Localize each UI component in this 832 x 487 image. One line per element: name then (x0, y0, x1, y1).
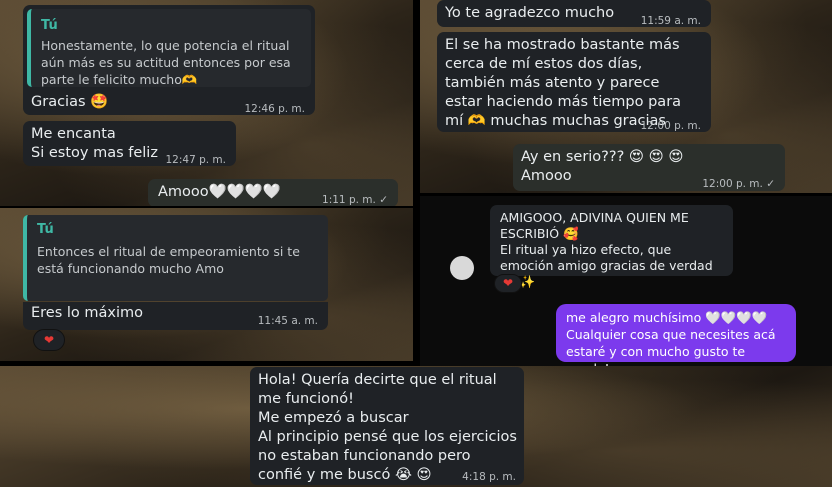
quote-text: Honestamente, lo que potencia el ritual … (41, 38, 291, 87)
message-text: Me encanta Si estoy mas feliz (31, 126, 158, 161)
avatar[interactable] (450, 256, 474, 280)
quote-text: Entonces el ritual de empeoramiento si t… (37, 244, 300, 276)
reaction-badge[interactable]: ❤ (33, 329, 65, 351)
message-time: 12:47 p. m. (165, 154, 226, 166)
message-time: 11:59 a. m. (640, 15, 701, 27)
message-bubble-outgoing[interactable]: Amooo🤍🤍🤍🤍 1:11 p. m. ✓ (148, 179, 398, 206)
message-time: 12:00 p. m. (640, 120, 701, 132)
chat-screenshot-2: Yo te agradezco mucho 11:59 a. m. El se … (420, 0, 832, 193)
quote-sender: Tú (37, 222, 54, 237)
message-bubble-outgoing[interactable]: Ay en serio??? 😍 😍 😍 Amooo 12:00 p. m. ✓ (513, 144, 785, 191)
chat-screenshot-1: Tú Honestamente, lo que potencia el ritu… (0, 0, 413, 206)
message-text: Yo te agradezco mucho (445, 5, 615, 21)
quoted-message[interactable]: Tú Honestamente, lo que potencia el ritu… (27, 9, 311, 87)
message-bubble[interactable]: Hola! Quería decirte que el ritual me fu… (250, 367, 524, 485)
message-time: 12:46 p. m. (244, 103, 305, 115)
message-bubble[interactable]: Me encanta Si estoy mas feliz 12:47 p. m… (23, 121, 236, 166)
message-time: 11:45 a. m. (257, 315, 318, 327)
message-time: 1:11 p. m. ✓ (322, 194, 388, 206)
message-text: me alegro muchísimo 🤍🤍🤍🤍 Cualquier cosa … (566, 310, 776, 366)
message-bubble[interactable]: El se ha mostrado bastante más cerca de … (437, 32, 711, 132)
quoted-message[interactable]: Tú Entonces el ritual de empeoramiento s… (23, 215, 328, 301)
heart-icon: ❤ (43, 333, 55, 347)
message-text: AMIGOOO, ADIVINA QUIEN ME ESCRIBIÓ 🥰 El … (500, 210, 713, 289)
message-bubble-reply[interactable]: Tú Honestamente, lo que potencia el ritu… (23, 5, 315, 115)
reaction-badge[interactable]: ❤ (494, 274, 522, 293)
message-text: Ay en serio??? 😍 😍 😍 Amooo (521, 149, 684, 184)
message-bubble-outgoing[interactable]: me alegro muchísimo 🤍🤍🤍🤍 Cualquier cosa … (556, 304, 796, 366)
message-text: Eres lo máximo (31, 305, 144, 321)
message-text: Gracias 🤩 (31, 94, 109, 110)
chat-screenshot-3: Tú Entonces el ritual de empeoramiento s… (0, 208, 413, 361)
message-bubble[interactable]: Yo te agradezco mucho 11:59 a. m. (437, 0, 711, 27)
message-time: 12:00 p. m. ✓ (702, 178, 775, 190)
message-text: Amooo🤍🤍🤍🤍 (158, 184, 281, 200)
message-time: 4:18 p. m. (462, 471, 516, 483)
quote-sender: Tú (41, 18, 58, 33)
chat-screenshot-4: AMIGOOO, ADIVINA QUIEN ME ESCRIBIÓ 🥰 El … (420, 196, 832, 366)
heart-icon: ❤ (502, 276, 514, 290)
message-bubble[interactable]: Eres lo máximo 11:45 a. m. (23, 302, 328, 330)
message-bubble[interactable]: AMIGOOO, ADIVINA QUIEN ME ESCRIBIÓ 🥰 El … (490, 205, 733, 289)
chat-screenshot-5: Hola! Quería decirte que el ritual me fu… (0, 366, 832, 487)
